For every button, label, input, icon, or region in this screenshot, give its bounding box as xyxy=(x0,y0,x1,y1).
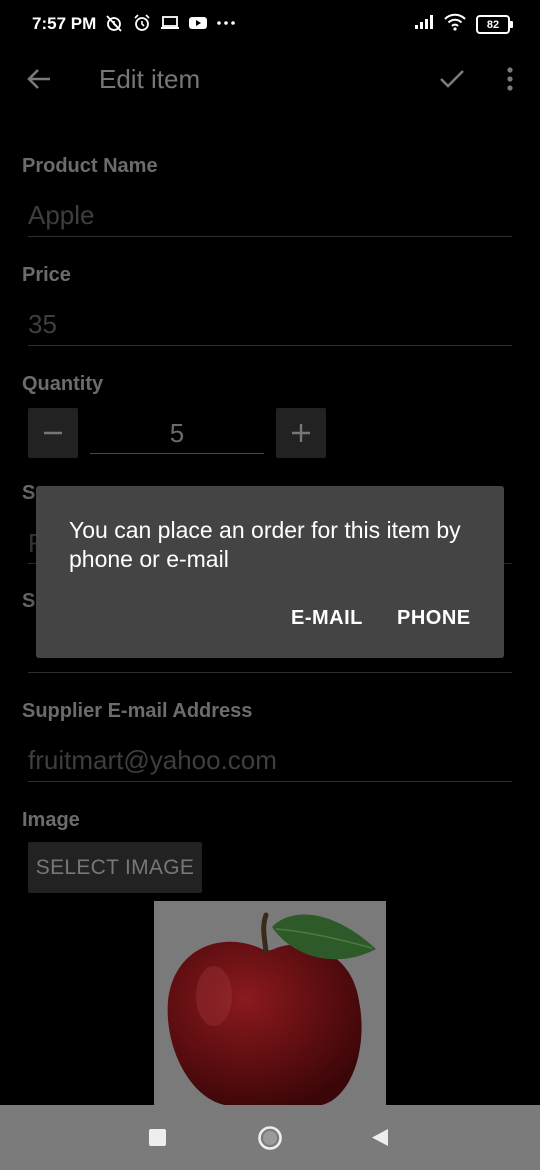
recents-square-icon[interactable] xyxy=(149,1129,166,1151)
more-dots-icon xyxy=(216,19,236,27)
supplier-phone-underline xyxy=(28,672,512,673)
overflow-menu-icon[interactable] xyxy=(500,64,520,96)
price-input[interactable]: 35 xyxy=(28,309,57,340)
quantity-underline xyxy=(90,453,264,454)
email-button[interactable]: E-MAIL xyxy=(291,607,363,630)
supplier-phone-label: S xyxy=(22,590,36,612)
quantity-label: Quantity xyxy=(22,373,104,395)
youtube-icon xyxy=(188,15,208,31)
system-nav-bar xyxy=(0,1105,540,1170)
image-label: Image xyxy=(22,809,80,831)
back-arrow-icon[interactable] xyxy=(24,62,56,96)
laptop-icon xyxy=(160,14,180,32)
supplier-name-label: S xyxy=(22,482,36,504)
check-icon[interactable] xyxy=(437,64,467,94)
signal-icon xyxy=(414,14,434,35)
order-dialog: You can place an order for this item by … xyxy=(36,486,504,658)
quantity-input[interactable]: 5 xyxy=(90,418,264,449)
plus-icon xyxy=(292,424,310,442)
alarm-icon xyxy=(132,13,152,33)
quantity-decrease-button[interactable] xyxy=(28,408,78,458)
price-underline xyxy=(28,345,512,346)
battery-level: 82 xyxy=(486,18,500,31)
status-system-icons: 82 xyxy=(414,13,513,36)
status-time: 7:57 PM xyxy=(32,14,97,33)
status-bar: 7:57 PM 82 xyxy=(0,0,540,48)
wifi-icon xyxy=(444,13,466,36)
battery-icon: 82 xyxy=(476,15,513,34)
supplier-email-label: Supplier E-mail Address xyxy=(22,700,253,722)
product-name-label: Product Name xyxy=(22,155,158,177)
price-label: Price xyxy=(22,264,71,286)
product-name-underline xyxy=(28,236,512,237)
status-notification-icons xyxy=(104,13,236,33)
supplier-email-input[interactable]: fruitmart@yahoo.com xyxy=(28,745,277,776)
dialog-message: You can place an order for this item by … xyxy=(69,517,461,572)
back-triangle-icon[interactable] xyxy=(371,1128,389,1152)
home-circle-icon[interactable] xyxy=(257,1125,283,1156)
product-image xyxy=(154,901,386,1106)
supplier-email-underline xyxy=(28,781,512,782)
select-image-button[interactable]: SELECT IMAGE xyxy=(28,842,202,893)
product-name-input[interactable]: Apple xyxy=(28,200,95,231)
alarm-off-icon xyxy=(104,13,124,33)
minus-icon xyxy=(44,431,62,435)
phone-button[interactable]: PHONE xyxy=(397,607,471,630)
page-title: Edit item xyxy=(99,64,201,94)
apple-image xyxy=(167,912,376,1106)
quantity-increase-button[interactable] xyxy=(276,408,326,458)
